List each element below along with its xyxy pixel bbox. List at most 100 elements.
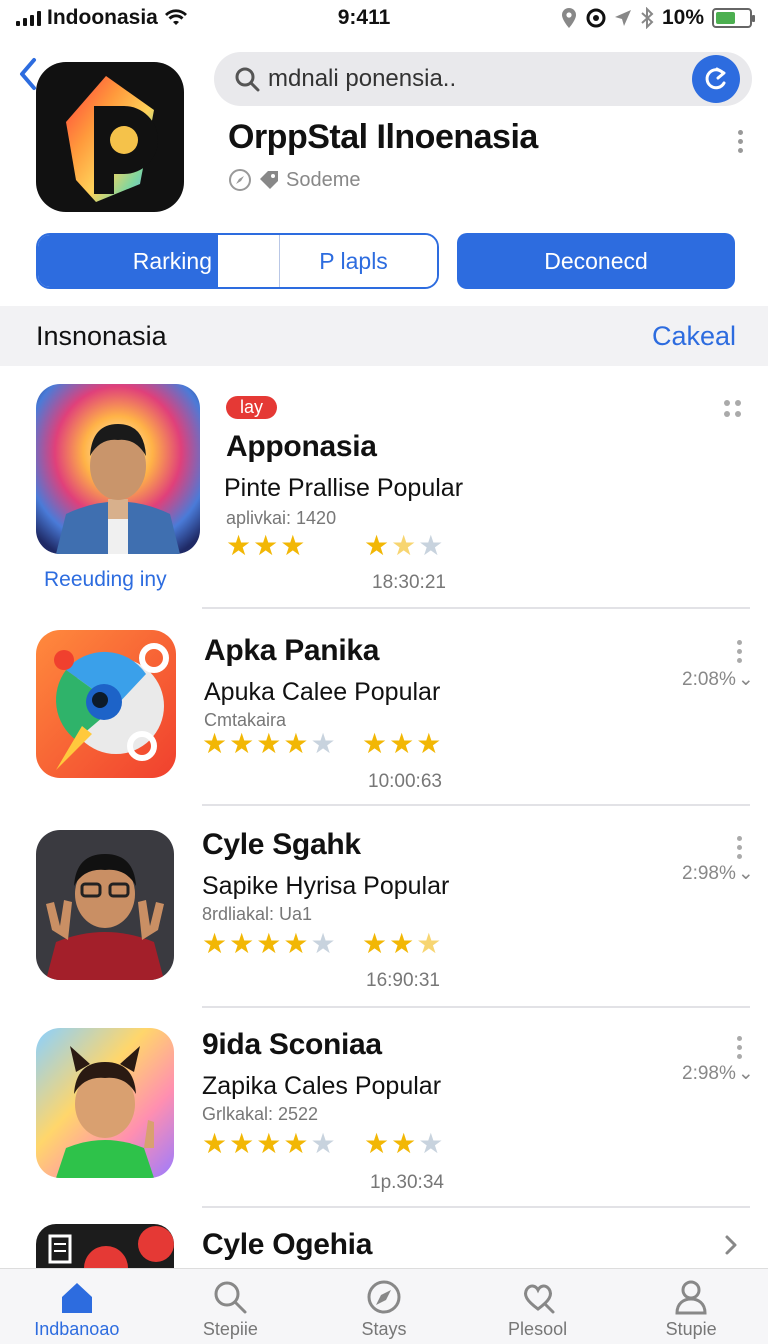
star-icon: ★ (256, 928, 282, 959)
item-title: Apponasia (226, 430, 377, 463)
divider (202, 1006, 750, 1008)
home-icon (61, 1283, 92, 1313)
item-percent-value: 2:98% (682, 1062, 736, 1084)
battery-icon (712, 8, 755, 28)
star-icon: ★ (389, 728, 415, 759)
download-button[interactable]: Deconecd (457, 233, 735, 289)
heart-search-icon (523, 1284, 555, 1314)
star-icon: ★ (364, 1128, 390, 1159)
rating-stars: ★ ★ ★ (226, 532, 305, 560)
item-subtitle: Pinte Prallise Popular (224, 474, 464, 502)
tab-label: Indbanoao (34, 1319, 120, 1339)
wifi-icon (164, 9, 187, 25)
section-see-all-link[interactable]: Cakeal (652, 321, 736, 352)
app-subtitle-row: Sodeme (228, 168, 361, 192)
item-percent-value: 2:98% (682, 862, 736, 884)
star-icon: ★ (362, 928, 388, 959)
chevron-down-icon[interactable]: ⌄ (738, 862, 754, 885)
item-meta: aplivkai: 1420 (226, 508, 337, 528)
star-icon: ★ (416, 728, 442, 759)
search-input[interactable] (268, 65, 692, 93)
tab-profile[interactable]: Stupie (614, 1269, 768, 1344)
divider (202, 1206, 750, 1208)
star-icon: ★ (202, 728, 228, 759)
item-time: 10:00:63 (368, 771, 442, 792)
star-icon: ★ (229, 728, 255, 759)
tab-home[interactable]: Indbanoao (0, 1269, 154, 1344)
clock: 9:411 (337, 6, 391, 29)
star-icon: ★ (226, 530, 252, 561)
item-link[interactable]: Reeuding iny (44, 568, 167, 592)
status-bar: Indoonasia 9:411 10% (0, 0, 768, 36)
rating-stars: ★ ★ ★ ★ ★ (202, 1130, 336, 1158)
chevron-right-icon[interactable] (722, 1234, 740, 1256)
tab-places[interactable]: Plesool (461, 1269, 615, 1344)
star-icon: ★ (253, 530, 279, 561)
star-icon: ★ (229, 1128, 255, 1159)
item-badge: lay (226, 396, 278, 419)
refresh-button[interactable] (692, 55, 740, 103)
item-percent-value: 2:08% (682, 668, 736, 690)
search-bar[interactable] (214, 52, 752, 106)
item-more-button[interactable] (737, 1036, 742, 1059)
rating-stars-secondary: ★ ★ ★ (364, 532, 443, 560)
item-time: 1p.30:34 (370, 1172, 444, 1193)
item-subtitle: Sapike Hyrisa Popular (202, 872, 450, 900)
tab-apps[interactable]: P lapls (280, 235, 437, 287)
chevron-down-icon[interactable]: ⌄ (738, 668, 754, 691)
tab-search[interactable]: Stepiie (154, 1269, 308, 1344)
item-percent: 2:98% ⌄ (682, 1062, 754, 1085)
star-icon: ★ (418, 1128, 444, 1159)
tab-label: Stays (361, 1319, 407, 1339)
segment-spacer (218, 235, 280, 287)
item-percent: 2:08% ⌄ (682, 668, 754, 691)
divider (202, 607, 750, 609)
rating-stars: ★ ★ ★ ★ ★ (202, 730, 336, 758)
item-time: 16:90:31 (366, 970, 440, 991)
rating-stars-secondary: ★ ★ ★ (364, 1130, 443, 1158)
star-icon: ★ (256, 1128, 282, 1159)
tab-ranking[interactable]: Rarking (38, 235, 218, 287)
drag-handle-icon[interactable] (724, 400, 741, 417)
item-title: Apka Panika (204, 634, 380, 667)
item-more-button[interactable] (737, 836, 742, 859)
signal-icon (16, 10, 41, 26)
star-icon: ★ (256, 728, 282, 759)
star-icon: ★ (310, 728, 336, 759)
app-publisher: Sodeme (286, 168, 361, 191)
tab-label: Plesool (508, 1319, 568, 1339)
item-title: 9ida Sconiaa (202, 1028, 382, 1061)
item-thumbnail (36, 1224, 174, 1268)
alarm-icon (586, 8, 606, 28)
search-icon (235, 67, 260, 92)
item-more-button[interactable] (737, 640, 742, 663)
bluetooth-icon (641, 7, 654, 29)
star-icon: ★ (280, 530, 306, 561)
item-thumbnail (36, 830, 174, 980)
tab-stays[interactable]: Stays (307, 1269, 461, 1344)
search-icon (214, 1281, 247, 1314)
item-subtitle: Apuka Calee Popular (204, 678, 441, 706)
location-pin-icon (561, 8, 576, 28)
star-icon: ★ (283, 728, 309, 759)
star-icon: ★ (202, 1128, 228, 1159)
chevron-down-icon[interactable]: ⌄ (738, 1062, 754, 1085)
segmented-control: Rarking P lapls (36, 233, 439, 289)
star-icon: ★ (310, 928, 336, 959)
star-icon: ★ (362, 728, 388, 759)
divider (202, 804, 750, 806)
more-options-button[interactable] (734, 130, 746, 154)
carrier-label: Indoonasia (47, 6, 158, 29)
item-subtitle: Zapika Cales Popular (202, 1072, 442, 1100)
item-title: Cyle Ogehia (202, 1228, 373, 1261)
star-icon: ★ (283, 1128, 309, 1159)
rating-stars-secondary: ★ ★ ★ (362, 730, 441, 758)
tag-icon (260, 171, 278, 189)
star-icon: ★ (416, 928, 442, 959)
bottom-tab-bar: Indbanoao Stepiie Stays Plesool Stupie (0, 1268, 768, 1344)
section-header: Insnonasia Cakeal (0, 306, 768, 366)
navigation-arrow-icon (614, 10, 631, 26)
item-title: Cyle Sgahk (202, 828, 361, 861)
star-icon: ★ (391, 530, 417, 561)
item-meta: 8rdliakal: Ua1 (202, 904, 313, 924)
